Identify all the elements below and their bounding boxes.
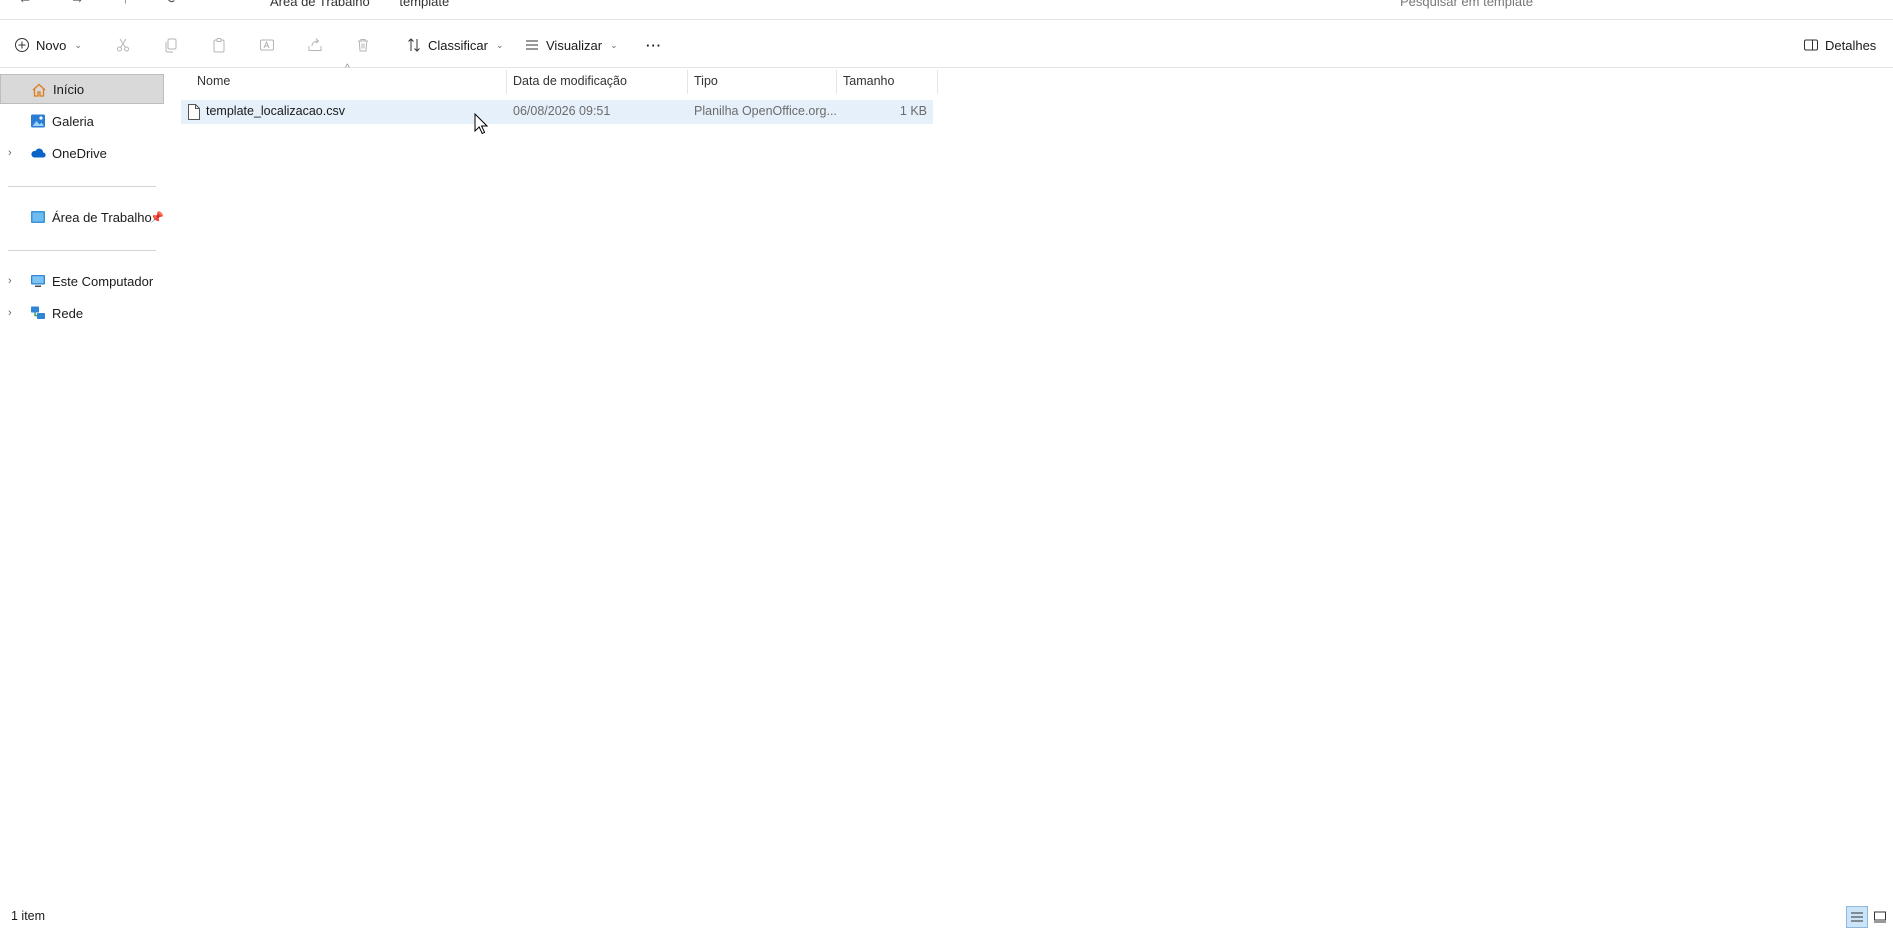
breadcrumb-item-desktop[interactable]: Área de Trabalho: [270, 0, 370, 9]
rename-button[interactable]: [259, 33, 275, 57]
sort-button[interactable]: Classificar ⌄: [406, 33, 504, 57]
sidebar-item-label: Início: [53, 81, 85, 97]
command-bar: Novo ⌄ Classificar ⌄ Visualizar ⌄ ··· De…: [0, 21, 1893, 68]
chevron-right-icon[interactable]: ›: [8, 307, 12, 319]
sidebar-divider: [8, 250, 156, 251]
details-button[interactable]: Detalhes: [1803, 33, 1876, 57]
sidebar-item-this-pc[interactable]: › Este Computador: [0, 266, 164, 296]
share-icon: [308, 38, 322, 51]
sidebar-item-label: Área de Trabalho: [52, 209, 152, 225]
details-pane-icon: [1804, 39, 1818, 51]
item-count: 1 item: [11, 909, 46, 923]
home-icon: [32, 83, 46, 97]
breadcrumb-item-template[interactable]: template: [399, 0, 449, 9]
view-button[interactable]: Visualizar ⌄: [524, 33, 618, 57]
breadcrumb[interactable]: Área de Trabalho template: [270, 0, 475, 9]
chevron-down-icon: ⌄: [495, 39, 504, 50]
file-type: Planilha OpenOffice.org...: [694, 104, 837, 118]
share-button[interactable]: [307, 33, 323, 57]
chevron-down-icon: ⌄: [74, 39, 82, 50]
status-bar: 1 item: [0, 905, 1893, 929]
onedrive-icon: [31, 148, 46, 158]
column-header-label: Tamanho: [843, 74, 895, 88]
sidebar-item-label: Este Computador: [52, 273, 154, 289]
clipboard-icon: [213, 38, 225, 53]
pin-icon[interactable]: 📌: [150, 211, 164, 224]
network-icon: [31, 306, 45, 319]
column-divider[interactable]: [937, 70, 938, 94]
file-size: 1 KB: [899, 104, 927, 118]
sidebar-item-desktop[interactable]: Área de Trabalho 📌: [0, 202, 164, 232]
file-modified: 06/08/2026 09:51: [513, 104, 611, 118]
copy-icon: [165, 38, 177, 53]
copy-button[interactable]: [163, 33, 179, 57]
details-view-button[interactable]: [1846, 906, 1868, 928]
large-icons-view-button[interactable]: [1869, 906, 1891, 928]
chevron-down-icon: ⌄: [610, 39, 618, 50]
column-header-label: Tipo: [694, 74, 718, 88]
column-header-name[interactable]: Nome: [191, 68, 491, 94]
cut-button[interactable]: [115, 33, 131, 57]
sidebar-item-label: Galeria: [52, 113, 94, 129]
sort-button-label: Classificar: [428, 37, 488, 53]
computer-icon: [31, 275, 45, 287]
sort-icon: [408, 38, 420, 52]
search-input[interactable]: Pesquisar em template: [1400, 0, 1533, 9]
view-list-icon: [526, 40, 538, 50]
file-explorer-window: ←→↑⟳ Área de Trabalho template Pesquisar…: [0, 0, 1893, 929]
gallery-icon: [31, 114, 45, 128]
file-icon: [188, 104, 200, 120]
rename-icon: [260, 39, 274, 51]
trash-icon: [358, 39, 368, 52]
file-name[interactable]: template_localizacao.csv: [206, 104, 345, 118]
new-button[interactable]: Novo ⌄: [14, 33, 82, 57]
column-header-label: Data de modificação: [513, 74, 627, 88]
sidebar-item-home[interactable]: Início: [0, 74, 164, 104]
chevron-right-icon[interactable]: ›: [8, 147, 12, 159]
navigation-pane: Início Galeria › OneDrive Área de Trabal…: [0, 68, 170, 898]
view-button-label: Visualizar: [546, 37, 603, 53]
details-button-label: Detalhes: [1825, 37, 1877, 53]
column-header-modified[interactable]: Data de modificação: [507, 68, 687, 94]
address-bar: ←→↑⟳ Área de Trabalho template Pesquisar…: [0, 0, 1893, 20]
column-header-type[interactable]: Tipo: [688, 68, 838, 94]
desktop-icon: [31, 211, 45, 223]
delete-button[interactable]: [355, 33, 371, 57]
sidebar-item-onedrive[interactable]: › OneDrive: [0, 138, 164, 168]
column-header-size[interactable]: Tamanho: [837, 68, 933, 94]
sidebar-item-label: OneDrive: [52, 145, 107, 161]
sidebar-item-label: Rede: [52, 305, 84, 321]
sidebar-item-gallery[interactable]: Galeria: [0, 106, 164, 136]
table-row[interactable]: template_localizacao.csv 06/08/2026 09:5…: [181, 100, 933, 124]
details-view-icon: [1851, 912, 1863, 922]
column-header-label: Nome: [197, 74, 231, 88]
plus-circle-icon: [15, 38, 29, 52]
sidebar-item-network[interactable]: › Rede: [0, 298, 164, 328]
mouse-cursor-icon: [474, 113, 488, 135]
large-icons-view-icon: [1874, 911, 1886, 923]
navigation-buttons[interactable]: ←→↑⟳: [18, 0, 217, 7]
more-options-button[interactable]: ···: [646, 33, 662, 57]
paste-button[interactable]: [211, 33, 227, 57]
scissors-icon: [117, 38, 129, 52]
new-button-label: Novo: [36, 37, 67, 53]
sidebar-divider: [8, 186, 156, 187]
chevron-right-icon[interactable]: ›: [8, 275, 12, 287]
